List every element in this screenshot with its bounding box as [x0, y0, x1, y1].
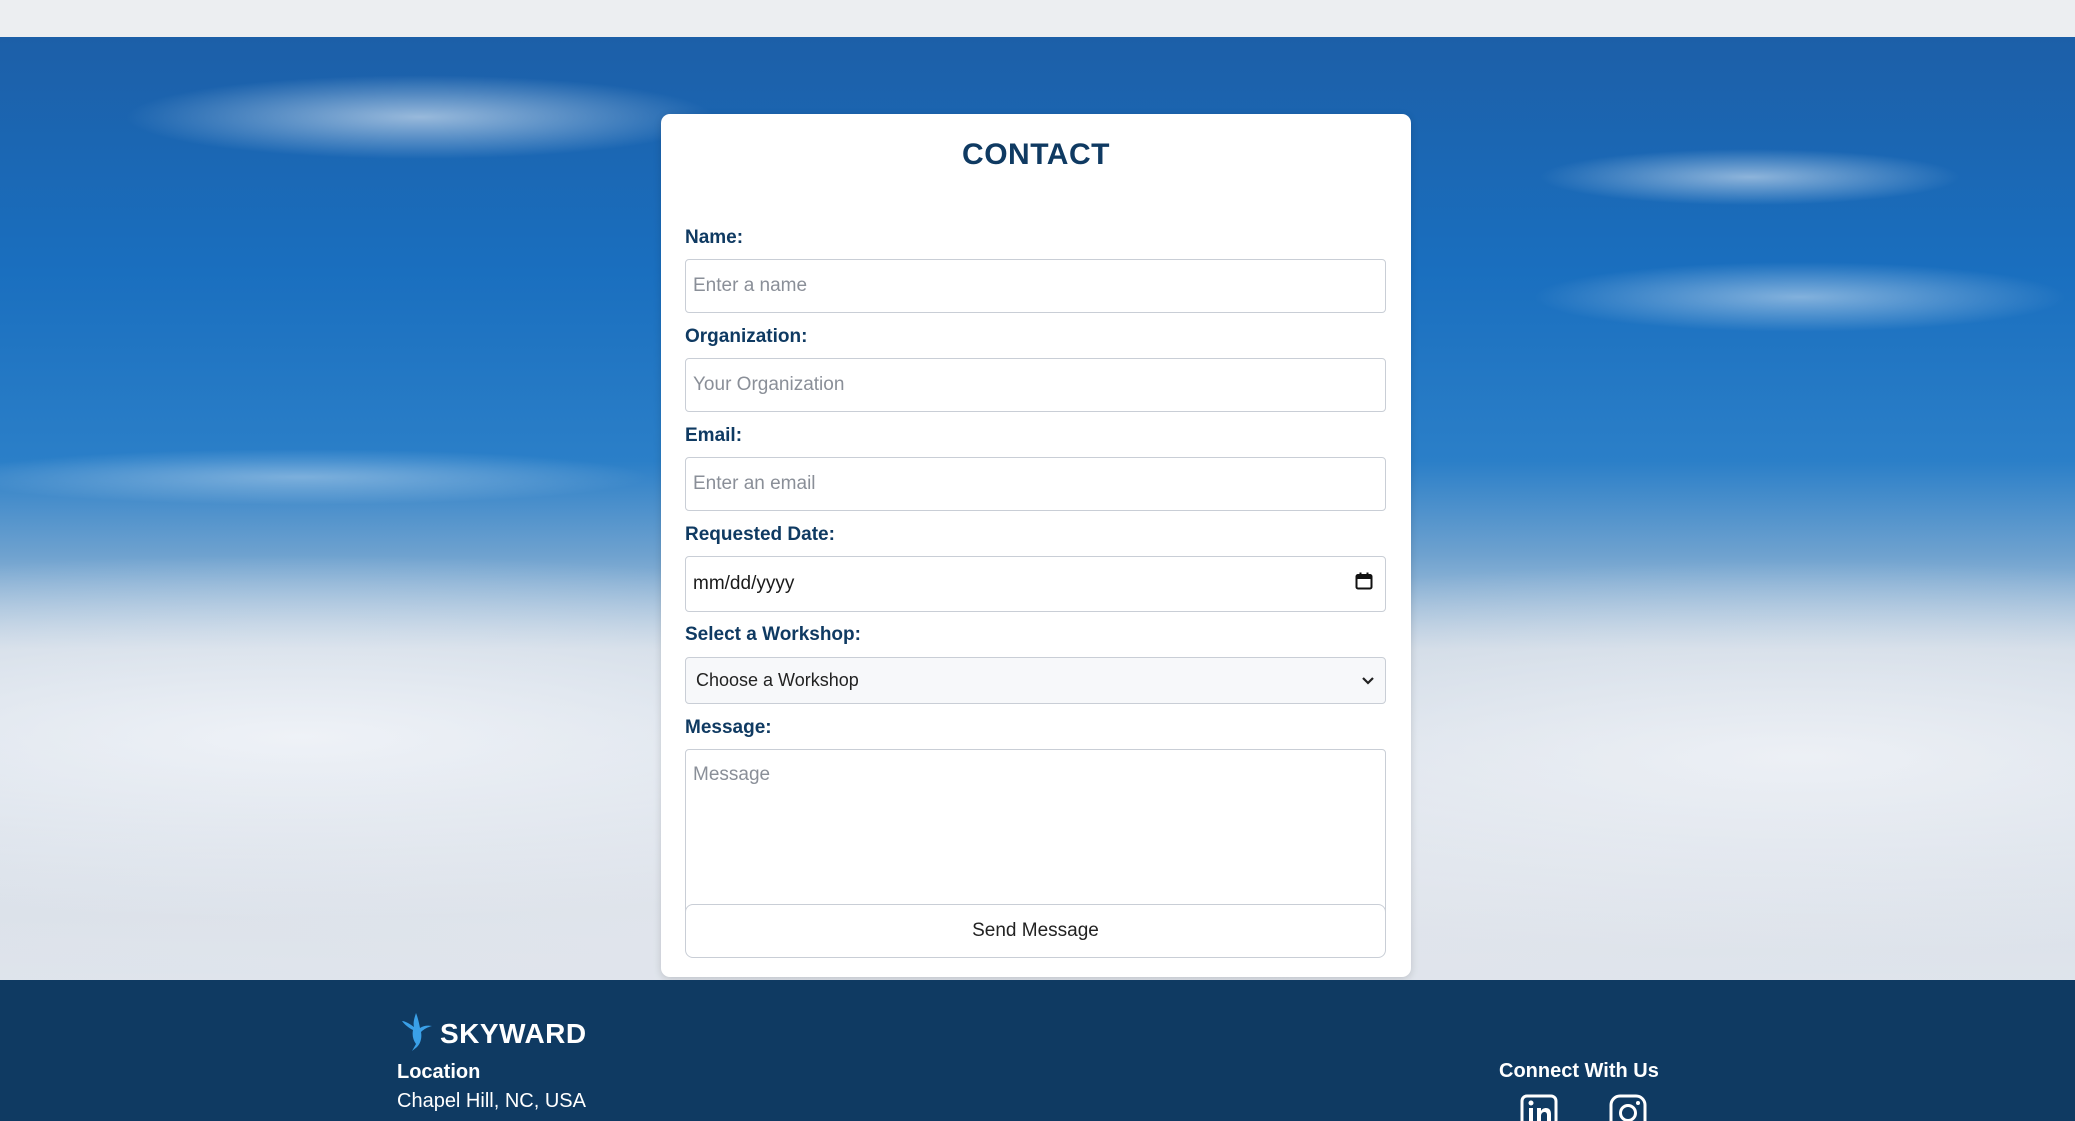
instagram-icon[interactable]	[1609, 1094, 1649, 1121]
organization-input[interactable]: Your Organization	[685, 358, 1386, 412]
chevron-down-icon	[1361, 670, 1375, 691]
connect-title: Connect With Us	[1499, 1060, 1659, 1082]
organization-placeholder: Your Organization	[693, 374, 845, 395]
footer: SKYWARD Location Chapel Hill, NC, USA Co…	[0, 980, 2075, 1121]
email-input[interactable]: Enter an email	[685, 457, 1386, 511]
bird-logo-icon	[400, 1009, 434, 1058]
contact-form-card: CONTACT Name: Enter a name Organization:…	[661, 114, 1411, 977]
workshop-selected-value: Choose a Workshop	[696, 670, 859, 690]
message-placeholder: Message	[693, 764, 771, 785]
send-message-button[interactable]: Send Message	[685, 904, 1386, 958]
location-title: Location	[397, 1061, 481, 1083]
workshop-select[interactable]: Choose a Workshop	[685, 657, 1386, 704]
email-label: Email:	[685, 425, 743, 446]
top-bar	[0, 0, 2075, 37]
hero-sky-background: CONTACT Name: Enter a name Organization:…	[0, 37, 2075, 980]
name-input[interactable]: Enter a name	[685, 259, 1386, 313]
calendar-icon[interactable]	[1355, 572, 1373, 596]
organization-label: Organization:	[685, 326, 808, 347]
name-placeholder: Enter a name	[693, 275, 808, 296]
message-textarea[interactable]: Message	[685, 749, 1386, 922]
date-input[interactable]: mm/dd/yyyy	[685, 556, 1386, 612]
date-value: mm/dd/yyyy	[693, 573, 795, 594]
workshop-label: Select a Workshop:	[685, 624, 861, 645]
contact-title: CONTACT	[962, 138, 1110, 171]
brand-name: SKYWARD	[440, 1017, 587, 1049]
name-label: Name:	[685, 227, 744, 248]
message-label: Message:	[685, 717, 772, 738]
email-placeholder: Enter an email	[693, 473, 816, 494]
date-label: Requested Date:	[685, 524, 835, 545]
brand-logo[interactable]: SKYWARD	[400, 1009, 587, 1058]
location-value: Chapel Hill, NC, USA	[397, 1090, 586, 1112]
linkedin-icon[interactable]	[1520, 1094, 1560, 1121]
